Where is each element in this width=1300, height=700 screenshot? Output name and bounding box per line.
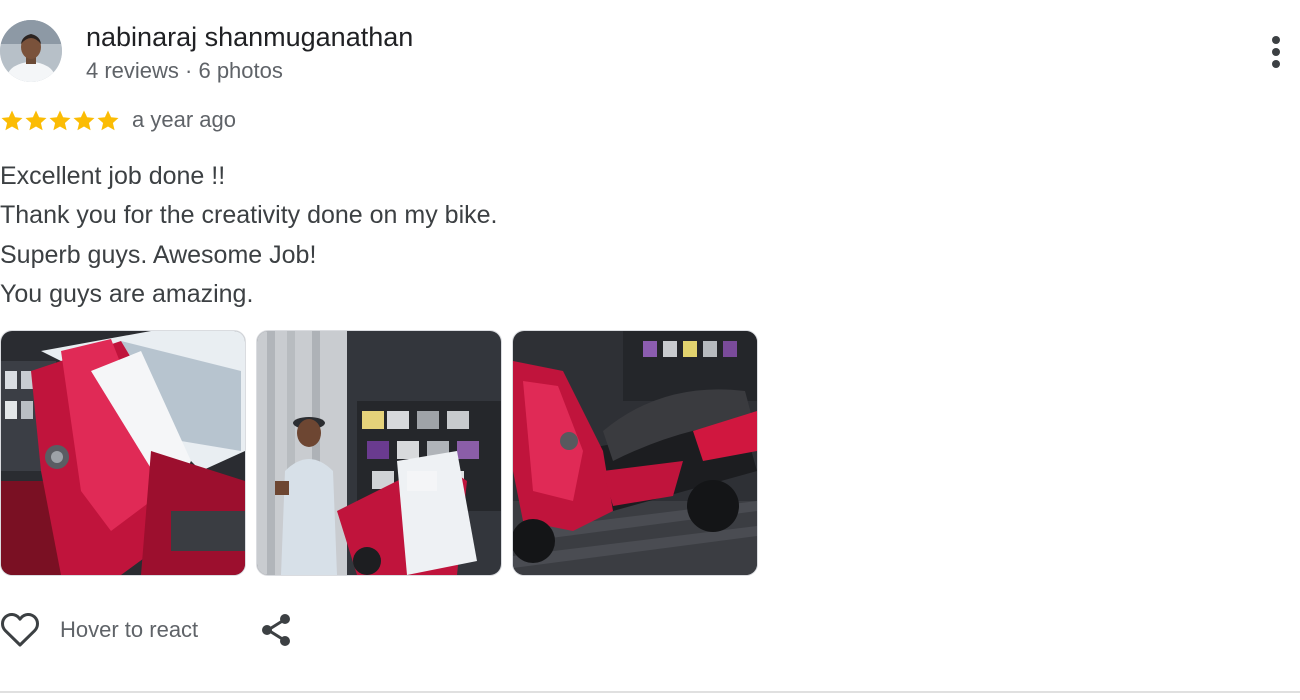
star-icon (49, 110, 71, 131)
review-photo-3[interactable] (512, 330, 758, 576)
review-photos (0, 330, 758, 576)
review-text-line: Thank you for the creativity done on my … (0, 201, 498, 230)
scooter-front-image (1, 331, 245, 575)
review-text-line: Superb guys. Awesome Job! (0, 240, 317, 269)
more-vert-icon (1272, 36, 1280, 68)
divider (0, 691, 1300, 693)
star-icon (25, 110, 47, 131)
share-button[interactable] (258, 610, 294, 650)
heart-outline-icon (1, 612, 39, 647)
star-icon (1, 110, 23, 131)
author-meta: 4 reviews · 6 photos (86, 58, 283, 83)
scooter-side-image (513, 331, 757, 575)
author-name[interactable]: nabinaraj shanmuganathan (86, 20, 413, 54)
review-photo-2[interactable] (256, 330, 502, 576)
avatar-image (0, 20, 62, 82)
share-icon (262, 614, 291, 646)
author-avatar[interactable] (0, 20, 62, 82)
more-options-button[interactable] (1258, 30, 1294, 74)
star-icon (73, 110, 95, 131)
react-button[interactable]: Hover to react (0, 612, 198, 648)
review-time: a year ago (132, 107, 236, 132)
review-actions: Hover to react (0, 606, 294, 654)
star-icon (97, 110, 119, 131)
review-text: Excellent job done !! Thank you for the … (0, 157, 497, 314)
review-card: nabinaraj shanmuganathan 4 reviews · 6 p… (0, 0, 1300, 700)
customer-with-scooter-image (257, 331, 501, 575)
star-rating (0, 108, 120, 134)
review-text-line: Excellent job done !! (0, 162, 226, 190)
review-text-line: You guys are amazing. (0, 279, 254, 308)
react-label: Hover to react (60, 617, 199, 642)
review-photo-1[interactable] (0, 330, 246, 576)
